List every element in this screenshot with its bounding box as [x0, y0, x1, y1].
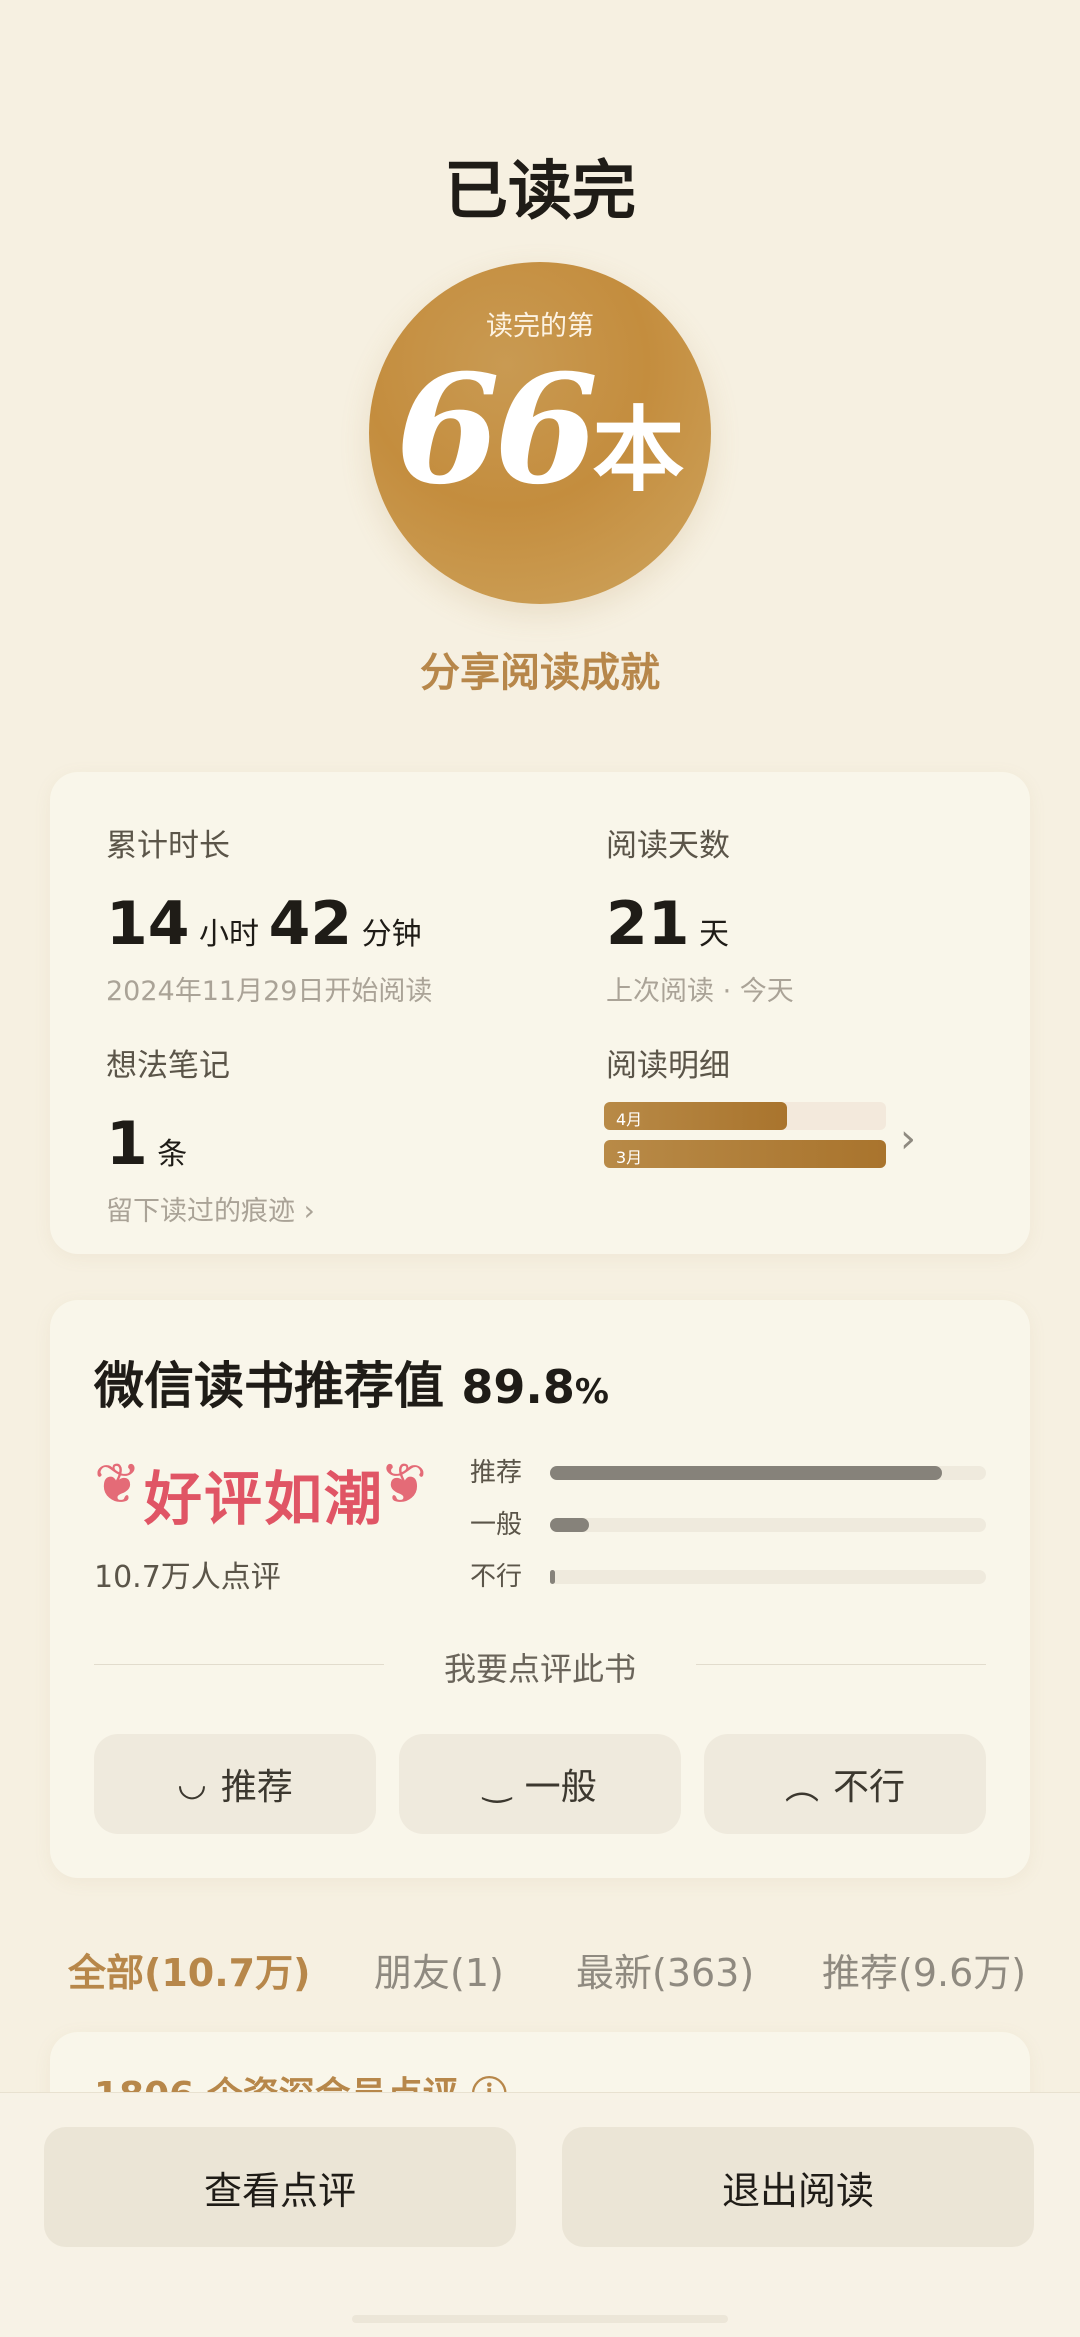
rating-fill: [550, 1518, 590, 1532]
tab-friends[interactable]: 朋友(1): [374, 1942, 504, 1997]
review-prompt: 我要点评此书: [94, 1644, 986, 1688]
reading-days-unit: 天: [699, 917, 730, 952]
laurel-right-icon: ❦: [380, 1452, 427, 1517]
recommend-label: 推荐: [220, 1767, 293, 1808]
recommend-button[interactable]: ◡ 推荐: [94, 1734, 376, 1834]
total-time-stat: 累计时长 14 小时 42 分钟 2024年11月29日开始阅读: [106, 820, 432, 1008]
notes-label: 想法笔记: [106, 1048, 230, 1084]
bottom-action-bar: 查看点评 退出阅读: [0, 2092, 1080, 2337]
notes-stat[interactable]: 想法笔记 1 条 留下读过的痕迹 ›: [106, 1040, 315, 1228]
recommendation-value: 89.8%: [461, 1360, 609, 1414]
reading-days-label: 阅读天数: [606, 828, 730, 864]
frown-face-icon: ︵: [784, 1767, 819, 1808]
recommendation-title: 微信读书推荐值 89.8%: [94, 1346, 609, 1418]
notes-value: 1 条: [106, 1109, 315, 1179]
monthly-bars[interactable]: 4月 3月 ›: [604, 1102, 954, 1178]
last-read: 上次阅读 · 今天: [606, 976, 794, 1007]
month-bar-fill: [604, 1140, 886, 1168]
achievement-medal[interactable]: 读完的第 66本: [369, 262, 711, 604]
rating-label: 一般: [470, 1510, 523, 1540]
recommendation-card: 微信读书推荐值 89.8% ❦ 好评如潮 ❦ 10.7万人点评 推荐 一般 不行…: [50, 1300, 1030, 1878]
total-time-label: 累计时长: [106, 828, 230, 864]
recommendation-label: 微信读书推荐值: [94, 1357, 444, 1415]
reading-stats-card: 累计时长 14 小时 42 分钟 2024年11月29日开始阅读 阅读天数 21…: [50, 772, 1030, 1254]
tab-recommend[interactable]: 推荐(9.6万): [822, 1942, 1026, 1997]
month-label: 4月: [616, 1110, 643, 1129]
rating-row: 不行: [470, 1556, 990, 1608]
exit-reading-button[interactable]: 退出阅读: [562, 2127, 1034, 2247]
medal-count: 66: [395, 342, 599, 518]
divider: [696, 1664, 986, 1665]
month-bar: 3月: [604, 1140, 886, 1168]
percent-sign: %: [574, 1372, 609, 1412]
rating-track: [550, 1570, 986, 1584]
rating-row: 推荐: [470, 1452, 990, 1504]
rating-badge: ❦ 好评如潮 ❦: [94, 1448, 427, 1533]
dislike-label: 不行: [832, 1767, 905, 1808]
rating-distribution: 推荐 一般 不行: [470, 1452, 990, 1608]
rating-row: 一般: [470, 1504, 990, 1556]
reading-days-stat: 阅读天数 21 天 上次阅读 · 今天: [606, 820, 794, 1008]
neutral-face-icon: ‿: [483, 1764, 511, 1804]
notes-link[interactable]: 留下读过的痕迹 ›: [106, 1189, 315, 1228]
home-indicator: [352, 2315, 728, 2323]
page-title: 已读完: [444, 154, 636, 229]
notes-hint: 留下读过的痕迹: [106, 1196, 295, 1227]
rating-fill: [550, 1570, 556, 1584]
rating-track: [550, 1466, 986, 1480]
neutral-button[interactable]: ‿ 一般: [399, 1734, 681, 1834]
hours-unit: 小时: [199, 917, 260, 952]
tab-latest[interactable]: 最新(363): [576, 1942, 754, 1997]
total-hours: 14: [106, 889, 190, 959]
review-tabs: 全部(10.7万) 朋友(1) 最新(363) 推荐(9.6万): [0, 1942, 1080, 2002]
reading-detail-stat[interactable]: 阅读明细: [606, 1040, 730, 1085]
smile-face-icon: ◡: [177, 1764, 207, 1804]
medal-unit: 本: [592, 396, 685, 504]
chevron-right-icon: ›: [303, 1194, 315, 1227]
notes-count: 1: [106, 1109, 148, 1179]
rating-label: 推荐: [470, 1458, 523, 1488]
notes-unit: 条: [157, 1137, 188, 1172]
medal-caption: 读完的第: [486, 311, 594, 342]
share-achievement-link[interactable]: 分享阅读成就: [0, 640, 1080, 698]
reviewer-count: 10.7万人点评: [94, 1560, 281, 1595]
view-reviews-button[interactable]: 查看点评: [44, 2127, 516, 2247]
month-bar: 4月: [604, 1102, 886, 1130]
review-prompt-text: 我要点评此书: [443, 1650, 636, 1688]
total-time-value: 14 小时 42 分钟: [106, 889, 432, 959]
dislike-button[interactable]: ︵ 不行: [704, 1734, 986, 1834]
medal-number: 66本: [369, 350, 711, 530]
tab-all[interactable]: 全部(10.7万): [68, 1942, 311, 1997]
reading-days-value: 21 天: [606, 889, 794, 959]
laurel-left-icon: ❦: [94, 1452, 141, 1517]
month-label: 3月: [616, 1148, 643, 1167]
neutral-label: 一般: [524, 1767, 597, 1808]
badge-text: 好评如潮: [144, 1465, 385, 1533]
start-date: 2024年11月29日开始阅读: [106, 976, 433, 1007]
rating-label: 不行: [470, 1562, 523, 1592]
total-minutes: 42: [268, 889, 353, 959]
rating-fill: [550, 1466, 942, 1480]
recommendation-number: 89.8: [461, 1360, 575, 1414]
minutes-unit: 分钟: [361, 917, 422, 952]
rating-track: [550, 1518, 986, 1532]
reading-detail-label: 阅读明细: [606, 1048, 730, 1084]
chevron-right-icon[interactable]: ›: [900, 1116, 916, 1162]
reading-days-count: 21: [606, 889, 690, 959]
